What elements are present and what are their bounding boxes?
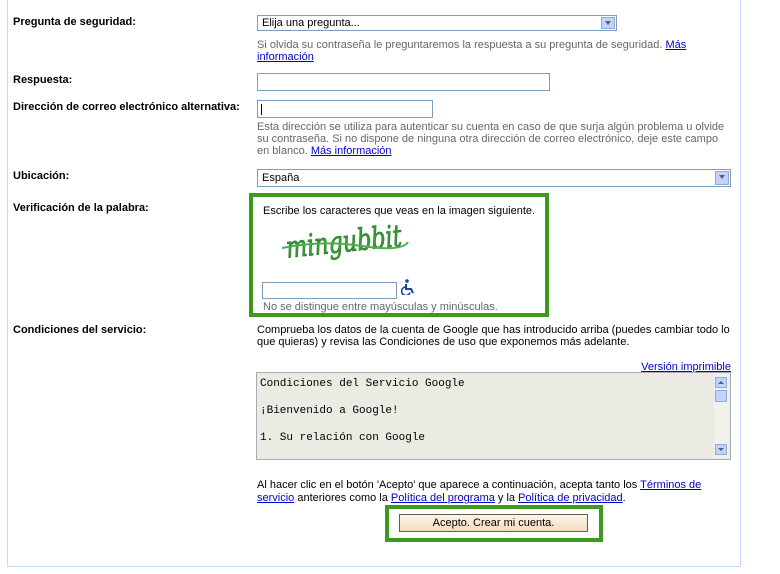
terms-label: Condiciones del servicio: <box>13 324 147 336</box>
alt-email-label: Dirección de correo electrónico alternat… <box>13 101 240 113</box>
word-verification-label: Verificación de la palabra: <box>13 202 149 214</box>
security-question-label: Pregunta de seguridad: <box>13 16 136 28</box>
captcha-image: mingubbit <box>262 218 426 270</box>
scroll-down-icon[interactable] <box>715 444 727 455</box>
scroll-thumb[interactable] <box>715 390 727 402</box>
chevron-down-icon[interactable] <box>715 171 729 185</box>
security-question-select[interactable]: Elija una pregunta... <box>257 15 617 31</box>
captcha-input[interactable] <box>262 282 397 299</box>
alt-email-input[interactable] <box>257 100 433 118</box>
terms-line-3: 1. Su relación con Google <box>260 432 426 444</box>
accept-create-account-button[interactable]: Acepto. Crear mi cuenta. <box>399 514 588 532</box>
program-policy-link[interactable]: Política del programa <box>391 492 495 504</box>
terms-line-1: Condiciones del Servicio Google <box>260 378 465 390</box>
captcha-text: mingubbit <box>284 219 404 266</box>
security-question-value: Elija una pregunta... <box>262 17 360 29</box>
location-select[interactable]: España <box>257 169 731 187</box>
captcha-instruction: Escribe los caracteres que veas en la im… <box>263 205 536 217</box>
alt-email-help: Esta dirección se utiliza para autentica… <box>257 121 725 157</box>
terms-intro: Comprueba los datos de la cuenta de Goog… <box>257 324 730 348</box>
location-value: España <box>262 172 300 184</box>
privacy-policy-link[interactable]: Política de privacidad <box>518 492 623 504</box>
text-cursor <box>261 104 262 115</box>
terms-line-2: ¡Bienvenido a Google! <box>260 405 399 417</box>
wheelchair-icon[interactable] <box>400 279 415 297</box>
scroll-up-icon[interactable] <box>715 377 727 388</box>
answer-input[interactable] <box>257 73 550 91</box>
answer-label: Respuesta: <box>13 74 73 86</box>
terms-textarea[interactable]: Condiciones del Servicio Google ¡Bienven… <box>256 372 731 460</box>
more-info-link-2[interactable]: Más información <box>311 145 392 157</box>
security-question-help: Si olvida su contraseña le preguntaremos… <box>257 39 687 63</box>
accept-terms-text: Al hacer clic en el botón 'Acepto' que a… <box>257 479 702 504</box>
chevron-down-icon[interactable] <box>601 17 615 29</box>
location-label: Ubicación: <box>13 170 70 182</box>
captcha-case-note: No se distingue entre mayúsculas y minús… <box>263 301 498 313</box>
terms-scrollbar[interactable] <box>714 374 729 458</box>
